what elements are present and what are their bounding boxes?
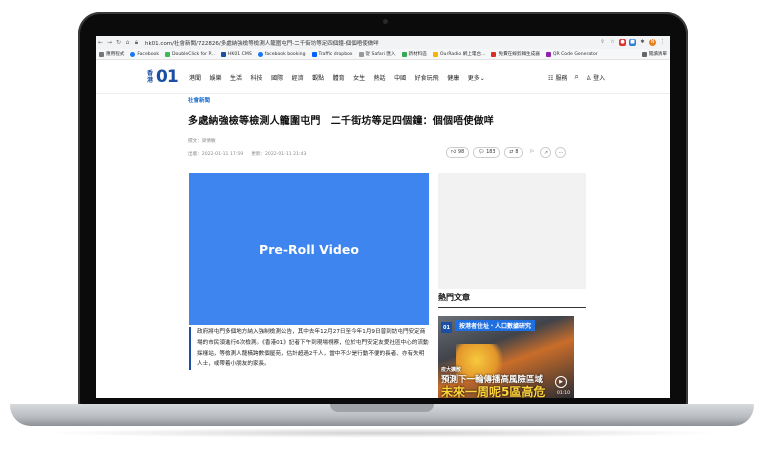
- reload-icon[interactable]: ↻: [114, 39, 123, 46]
- bookmark-traffic-dropbox[interactable]: Traffic dropbox: [311, 51, 353, 57]
- article-dates: 出版：2022-01-11 17:59 更新：2022-01-11 21:43: [188, 151, 306, 157]
- menu-item-china[interactable]: 中國: [394, 73, 406, 82]
- updated-date: 更新：2022-01-11 21:43: [251, 152, 307, 157]
- menu-item-women[interactable]: 女生: [353, 73, 365, 82]
- login-button[interactable]: ♙ 登入: [586, 73, 605, 82]
- thumbnail-big-text: 未來一周呢5區高危: [441, 385, 546, 398]
- thumbnail-subtitle: 疫大擴散: [441, 367, 462, 373]
- back-icon[interactable]: ←: [96, 39, 105, 46]
- share-icon[interactable]: ⇧: [599, 39, 606, 46]
- like-button[interactable]: 👍︎ 98: [446, 147, 470, 158]
- menu-icon[interactable]: ⋮: [659, 39, 666, 46]
- menu-item-trending[interactable]: 熱話: [374, 73, 386, 82]
- more-icon[interactable]: ⋯: [555, 147, 567, 158]
- star-icon[interactable]: ☆: [609, 39, 616, 46]
- main-menu: 港聞 娛樂 生活 科技 國際 經濟 觀點 體育 女生 熱話 中國 好食玩飛 健康…: [189, 73, 485, 82]
- menu-item-entertainment[interactable]: 娛樂: [210, 73, 222, 82]
- video-duration: 01:10: [557, 391, 570, 396]
- bookmark-reading-list[interactable]: 閱讀清單: [641, 51, 667, 57]
- share-icon[interactable]: ↗: [540, 147, 552, 158]
- share-count-button[interactable]: ⇄ 8: [504, 147, 524, 158]
- extension-icon[interactable]: ■: [629, 39, 636, 46]
- article-actions: 👍︎ 98 💬︎ 183 ⇄ 8 ⚐ ↗ ⋯: [446, 147, 567, 158]
- browser-screen: ← → ↻ ⌂ 🔒︎ hk01.com/社會新聞/722826/多處納強檢等檢測…: [96, 36, 670, 398]
- logo-hk-text: 香港: [147, 70, 154, 84]
- repost-icon: ⇄: [509, 150, 514, 155]
- menu-item-international[interactable]: 國際: [271, 73, 283, 82]
- bookmark-doubleclick[interactable]: DoubleClick for P...: [164, 51, 215, 57]
- menu-item-news[interactable]: 港聞: [189, 73, 201, 82]
- thumbnail-logo: 01: [441, 322, 452, 333]
- site-header: 香港 01 港聞 娛樂 生活 科技 國際 經濟 觀點 體育 女生 熱話 中國 好…: [96, 61, 670, 94]
- services-button[interactable]: ☷ 服務: [548, 73, 567, 82]
- laptop-notch: [330, 404, 434, 412]
- bookmark-hk01-cms[interactable]: HK01 CMS: [220, 51, 252, 57]
- video-label: Pre-Roll Video: [259, 241, 359, 257]
- url-field[interactable]: hk01.com/社會新聞/722826/多處納強檢等檢測人籠圍屯門-二千街坊等…: [145, 39, 599, 47]
- address-bar: ← → ↻ ⌂ 🔒︎ hk01.com/社會新聞/722826/多處納強檢等檢測…: [96, 36, 670, 49]
- bookmark-facebook[interactable]: Facebook: [130, 51, 159, 57]
- bookmark-qr-generator[interactable]: QR Code Generator: [545, 51, 598, 57]
- laptop-frame: ← → ↻ ⌂ 🔒︎ hk01.com/社會新聞/722826/多處納強檢等檢測…: [0, 0, 763, 449]
- bookmark-facebook-booking[interactable]: facebook booking: [257, 51, 306, 57]
- play-icon[interactable]: ▶: [555, 376, 567, 388]
- thumb-up-icon: 👍︎: [451, 150, 457, 155]
- bookmarks-bar: 應用程式 Facebook DoubleClick for P... HK01 …: [96, 49, 670, 60]
- home-icon[interactable]: ⌂: [123, 39, 132, 46]
- chevron-down-icon: ⌄: [479, 75, 485, 82]
- bookmark-ourradio[interactable]: OurRadio 網上電台...: [432, 51, 485, 57]
- hot-articles-title: 熱門文章: [438, 293, 470, 302]
- menu-item-tech[interactable]: 科技: [251, 73, 263, 82]
- adblock-icon[interactable]: ●: [619, 39, 626, 46]
- menu-item-life[interactable]: 生活: [230, 73, 242, 82]
- menu-item-more[interactable]: 更多⌄: [468, 73, 485, 82]
- bookmark-new-material[interactable]: 新材料區: [401, 51, 427, 57]
- search-icon[interactable]: ⌕: [574, 72, 578, 82]
- header-tools: ☷ 服務 ⌕ ♙ 登入: [548, 72, 605, 82]
- article-body: 政府將屯門多個地方納入強制檢測公告，其中去年12月27日至今年1月9日曾到訪屯門…: [189, 327, 429, 371]
- extension-icons: ⇧ ☆ ● ■ ✱ N ⋮: [599, 39, 666, 46]
- article-title: 多處納強檢等檢測人籠圍屯門 二千街坊等足四個鐘：個個唔使做咩: [188, 116, 494, 127]
- menu-item-food-fun[interactable]: 好食玩飛: [415, 73, 439, 82]
- bookmark-icon[interactable]: ⚐: [527, 147, 536, 156]
- thumbnail-banner: 按港者住址・人口數據研究: [455, 320, 536, 331]
- profile-icon[interactable]: N: [649, 39, 656, 46]
- lock-icon: 🔒︎: [134, 38, 139, 46]
- menu-item-sports[interactable]: 體育: [333, 73, 345, 82]
- grid-icon: ☷: [548, 74, 554, 82]
- article-author: 撰文：梁倩敏: [188, 139, 216, 144]
- laptop-shadow: [40, 428, 724, 438]
- divider: [438, 307, 586, 308]
- bookmark-safari-import[interactable]: 從 Safari 匯入: [358, 51, 396, 57]
- forward-icon[interactable]: →: [105, 39, 114, 46]
- published-date: 出版：2022-01-11 17:59: [188, 152, 244, 157]
- comment-button[interactable]: 💬︎ 183: [473, 147, 501, 158]
- user-icon: ♙: [585, 74, 592, 82]
- webcam: [383, 19, 388, 24]
- bookmark-video-editor[interactable]: 免費在線剪輯生成器: [491, 51, 540, 57]
- hot-article-thumbnail[interactable]: 01 按港者住址・人口數據研究 疫大擴散 預測下一輪傳播高風險區域 未來一周呢5…: [438, 316, 574, 398]
- puzzle-icon[interactable]: ✱: [639, 39, 646, 46]
- menu-item-health[interactable]: 健康: [447, 73, 459, 82]
- preroll-video[interactable]: Pre-Roll Video: [189, 173, 429, 325]
- section-label[interactable]: 社會新聞: [188, 96, 210, 104]
- comment-icon: 💬︎: [478, 150, 485, 155]
- bookmark-apps[interactable]: 應用程式: [99, 51, 124, 57]
- logo-01-text: 01: [156, 67, 179, 87]
- menu-item-opinion[interactable]: 觀點: [312, 73, 324, 82]
- menu-item-economy[interactable]: 經濟: [292, 73, 304, 82]
- hk01-logo[interactable]: 香港 01: [147, 67, 179, 87]
- ad-placeholder: [438, 173, 586, 289]
